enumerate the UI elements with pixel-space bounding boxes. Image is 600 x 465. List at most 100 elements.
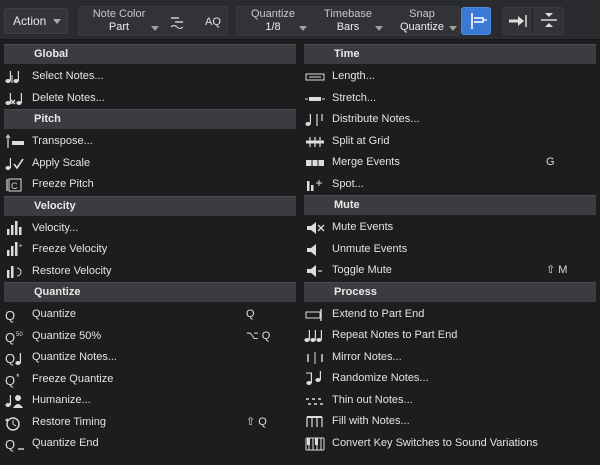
menu-item-label: Thin out Notes... bbox=[332, 393, 413, 406]
menu-item-convert-key-switches-to-sound-variations[interactable]: Convert Key Switches to Sound Variations bbox=[300, 433, 600, 454]
quantize-50-icon: Q 50 bbox=[4, 329, 26, 345]
section-header-velocity: Velocity bbox=[4, 195, 296, 216]
velocity-icon bbox=[4, 220, 26, 237]
action-label: Action bbox=[13, 14, 47, 28]
note-color-group: Note Color Part AQ bbox=[78, 6, 228, 36]
menu-item-label: Apply Scale bbox=[32, 156, 91, 169]
timebase-value: Bars bbox=[336, 21, 360, 33]
step-size-button[interactable] bbox=[534, 8, 564, 34]
menu-item-randomize-notes[interactable]: Randomize Notes... bbox=[300, 368, 600, 389]
menu-item-stretch[interactable]: Stretch... bbox=[300, 88, 600, 109]
menu-item-freeze-pitch[interactable]: C Freeze Pitch bbox=[0, 174, 300, 195]
shortcut-label: Q bbox=[246, 308, 255, 320]
menu-item-length[interactable]: Length... bbox=[300, 66, 600, 87]
svg-text:Q: Q bbox=[5, 351, 15, 366]
menu-item-freeze-quantize[interactable]: Q * Freeze Quantize bbox=[0, 369, 300, 390]
menu-item-label: Quantize Notes... bbox=[32, 351, 117, 363]
transpose-icon bbox=[4, 134, 26, 150]
menu-item-mute-events[interactable]: Mute Events bbox=[300, 217, 600, 238]
stretch-icon bbox=[304, 91, 326, 107]
timebase-select[interactable]: Timebase Bars bbox=[313, 7, 383, 37]
menu-item-label: Freeze Quantize bbox=[32, 372, 114, 385]
step-input-button[interactable] bbox=[503, 8, 533, 34]
menu-item-label: Delete Notes... bbox=[32, 91, 105, 104]
menu-item-freeze-velocity[interactable]: * Freeze Velocity bbox=[0, 239, 300, 260]
menu-item-split-at-grid[interactable]: Split at Grid bbox=[300, 131, 600, 152]
shortcut-label: ⌥ Q bbox=[246, 329, 271, 342]
menu-item-label: Quantize 50% bbox=[32, 329, 102, 342]
shortcut-label: G bbox=[546, 156, 555, 168]
menu-item-mirror-notes[interactable]: Mirror Notes... bbox=[300, 347, 600, 368]
spot-icon bbox=[304, 177, 326, 193]
menu-item-quantize[interactable]: Q Quantize Q bbox=[0, 304, 300, 325]
section-header-process: Process bbox=[304, 281, 596, 302]
menu-item-label: Stretch... bbox=[332, 91, 377, 104]
freeze-pitch-icon: C bbox=[4, 177, 26, 193]
snap-value: Quantize bbox=[399, 21, 445, 33]
menu-item-label: Unmute Events bbox=[332, 242, 408, 255]
menu-item-quantize-end[interactable]: Q Quantize End bbox=[0, 433, 300, 454]
menu-item-label: Restore Timing bbox=[32, 415, 106, 428]
menu-item-label: Repeat Notes to Part End bbox=[332, 329, 458, 341]
svg-text:*: * bbox=[19, 243, 22, 252]
svg-text:Q: Q bbox=[5, 437, 15, 452]
menu-item-label: Extend to Part End bbox=[332, 307, 425, 320]
split-at-grid-icon bbox=[304, 134, 326, 150]
grid-group: Quantize 1/8 Timebase Bars Snap Quantize bbox=[236, 6, 460, 36]
section-header-mute: Mute bbox=[304, 195, 596, 215]
menu-item-label: Velocity... bbox=[32, 221, 79, 234]
menu-item-label: Merge Events bbox=[332, 156, 400, 168]
menu-item-toggle-mute[interactable]: Toggle Mute ⇧ M bbox=[300, 260, 600, 281]
menu-item-transpose[interactable]: Transpose... bbox=[0, 131, 300, 152]
menu-item-label: Quantize bbox=[32, 308, 77, 320]
section-header-pitch: Pitch bbox=[4, 109, 296, 129]
restore-timing-icon bbox=[4, 415, 26, 431]
menu-item-label: Restore Velocity bbox=[32, 264, 112, 277]
menu-item-extend-to-part-end[interactable]: Extend to Part End bbox=[300, 304, 600, 325]
aq-button[interactable]: AQ bbox=[205, 16, 221, 28]
snap-select[interactable]: Snap Quantize bbox=[387, 7, 457, 37]
distribute-notes-icon bbox=[304, 112, 326, 128]
action-menu: Global Select Notes... Delete Notes... Pitc… bbox=[0, 40, 600, 465]
menu-item-quantize-50[interactable]: Q 50 Quantize 50% ⌥ Q bbox=[0, 326, 300, 347]
legato-icon[interactable] bbox=[169, 14, 187, 30]
quantize-icon: Q bbox=[4, 307, 26, 323]
menu-item-unmute-events[interactable]: Unmute Events bbox=[300, 239, 600, 260]
snap-label: Snap bbox=[409, 8, 435, 20]
shortcut-label: ⇧ M bbox=[546, 264, 568, 276]
quantize-select[interactable]: Quantize 1/8 bbox=[239, 7, 307, 37]
action-menu-button[interactable]: Action bbox=[4, 8, 68, 34]
menu-item-label: Mirror Notes... bbox=[332, 350, 402, 363]
menu-item-restore-timing[interactable]: Restore Timing ⇧ Q bbox=[0, 412, 300, 433]
menu-item-fill-with-notes[interactable]: Fill with Notes... bbox=[300, 411, 600, 432]
menu-item-apply-scale[interactable]: Apply Scale bbox=[0, 153, 300, 174]
menu-item-spot[interactable]: Spot... bbox=[300, 174, 600, 195]
quantize-end-icon: Q bbox=[4, 436, 26, 452]
menu-item-humanize[interactable]: Humanize... bbox=[0, 390, 300, 411]
menu-item-merge-events[interactable]: Merge Events G bbox=[300, 152, 600, 173]
merge-events-icon bbox=[304, 155, 326, 171]
apply-scale-icon bbox=[4, 156, 26, 172]
menu-item-velocity[interactable]: Velocity... bbox=[0, 218, 300, 239]
menu-item-label: Split at Grid bbox=[332, 134, 390, 147]
menu-item-quantize-notes[interactable]: Q Quantize Notes... bbox=[0, 347, 300, 368]
note-color-select[interactable]: Note Color Part bbox=[79, 7, 159, 37]
menu-item-distribute-notes[interactable]: Distribute Notes... bbox=[300, 109, 600, 130]
svg-text:C: C bbox=[11, 181, 18, 191]
menu-item-label: Fill with Notes... bbox=[332, 415, 410, 427]
menu-item-repeat-notes-to-part-end[interactable]: Repeat Notes to Part End bbox=[300, 325, 600, 346]
mirror-notes-icon bbox=[304, 350, 326, 366]
snap-icon bbox=[471, 13, 487, 29]
menu-item-thin-out-notes[interactable]: Thin out Notes... bbox=[300, 390, 600, 411]
snap-toggle-button[interactable] bbox=[461, 7, 491, 35]
svg-text:*: * bbox=[16, 372, 20, 382]
section-header-global: Global bbox=[4, 44, 296, 64]
svg-text:Q: Q bbox=[5, 373, 15, 388]
randomize-notes-icon bbox=[304, 370, 326, 387]
menu-item-select-notes[interactable]: Select Notes... bbox=[0, 66, 300, 87]
menu-item-delete-notes[interactable]: Delete Notes... bbox=[0, 88, 300, 109]
select-notes-icon bbox=[4, 69, 26, 85]
menu-item-restore-velocity[interactable]: Restore Velocity bbox=[0, 261, 300, 282]
unmute-events-icon bbox=[304, 242, 326, 258]
quantize-notes-icon: Q bbox=[4, 350, 26, 366]
